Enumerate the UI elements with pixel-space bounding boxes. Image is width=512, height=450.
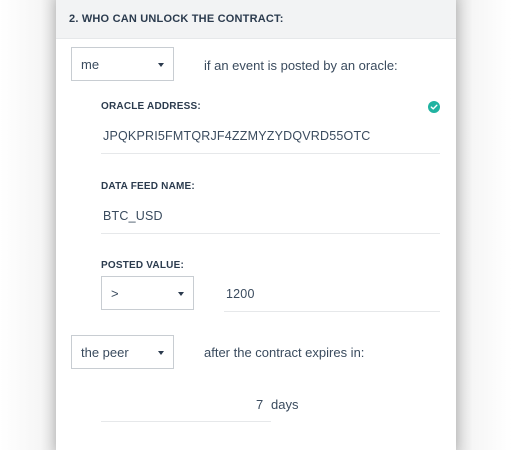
days-unit-label: days <box>271 397 299 412</box>
expiry-party-select-value: the peer <box>81 344 129 360</box>
chevron-down-icon <box>158 351 164 355</box>
comparison-select[interactable]: > <box>101 276 194 310</box>
oracle-condition-text: if an event is posted by an oracle: <box>204 58 398 73</box>
posted-value-underline <box>224 311 440 312</box>
oracle-address-input[interactable]: JPQKPRI5FMTQRJF4ZZMYZYDQVRD55OTC <box>103 129 371 143</box>
chevron-down-icon <box>158 63 164 67</box>
chevron-down-icon <box>178 292 184 296</box>
oracle-address-underline <box>101 153 440 154</box>
backdrop-left <box>0 0 58 450</box>
unlock-party-select[interactable]: me <box>71 47 174 81</box>
data-feed-input[interactable]: BTC_USD <box>103 209 163 223</box>
data-feed-underline <box>101 233 440 234</box>
unlock-party-select-value: me <box>81 56 100 72</box>
expiry-days-input[interactable]: 7 <box>256 397 263 412</box>
data-feed-label: DATA FEED NAME: <box>101 181 195 192</box>
expiry-condition-text: after the contract expires in: <box>204 345 365 360</box>
posted-value-label: POSTED VALUE: <box>101 260 184 271</box>
section-title: 2. WHO CAN UNLOCK THE CONTRACT: <box>56 0 456 39</box>
expiry-party-select[interactable]: the peer <box>71 335 174 369</box>
check-circle-icon <box>428 101 440 113</box>
backdrop-right <box>456 0 512 450</box>
comparison-select-value: > <box>111 285 119 301</box>
contract-form-panel: 2. WHO CAN UNLOCK THE CONTRACT: me if an… <box>56 0 456 450</box>
posted-value-input[interactable]: 1200 <box>226 287 255 301</box>
expiry-days-underline <box>101 421 271 422</box>
oracle-address-label: ORACLE ADDRESS: <box>101 101 201 112</box>
